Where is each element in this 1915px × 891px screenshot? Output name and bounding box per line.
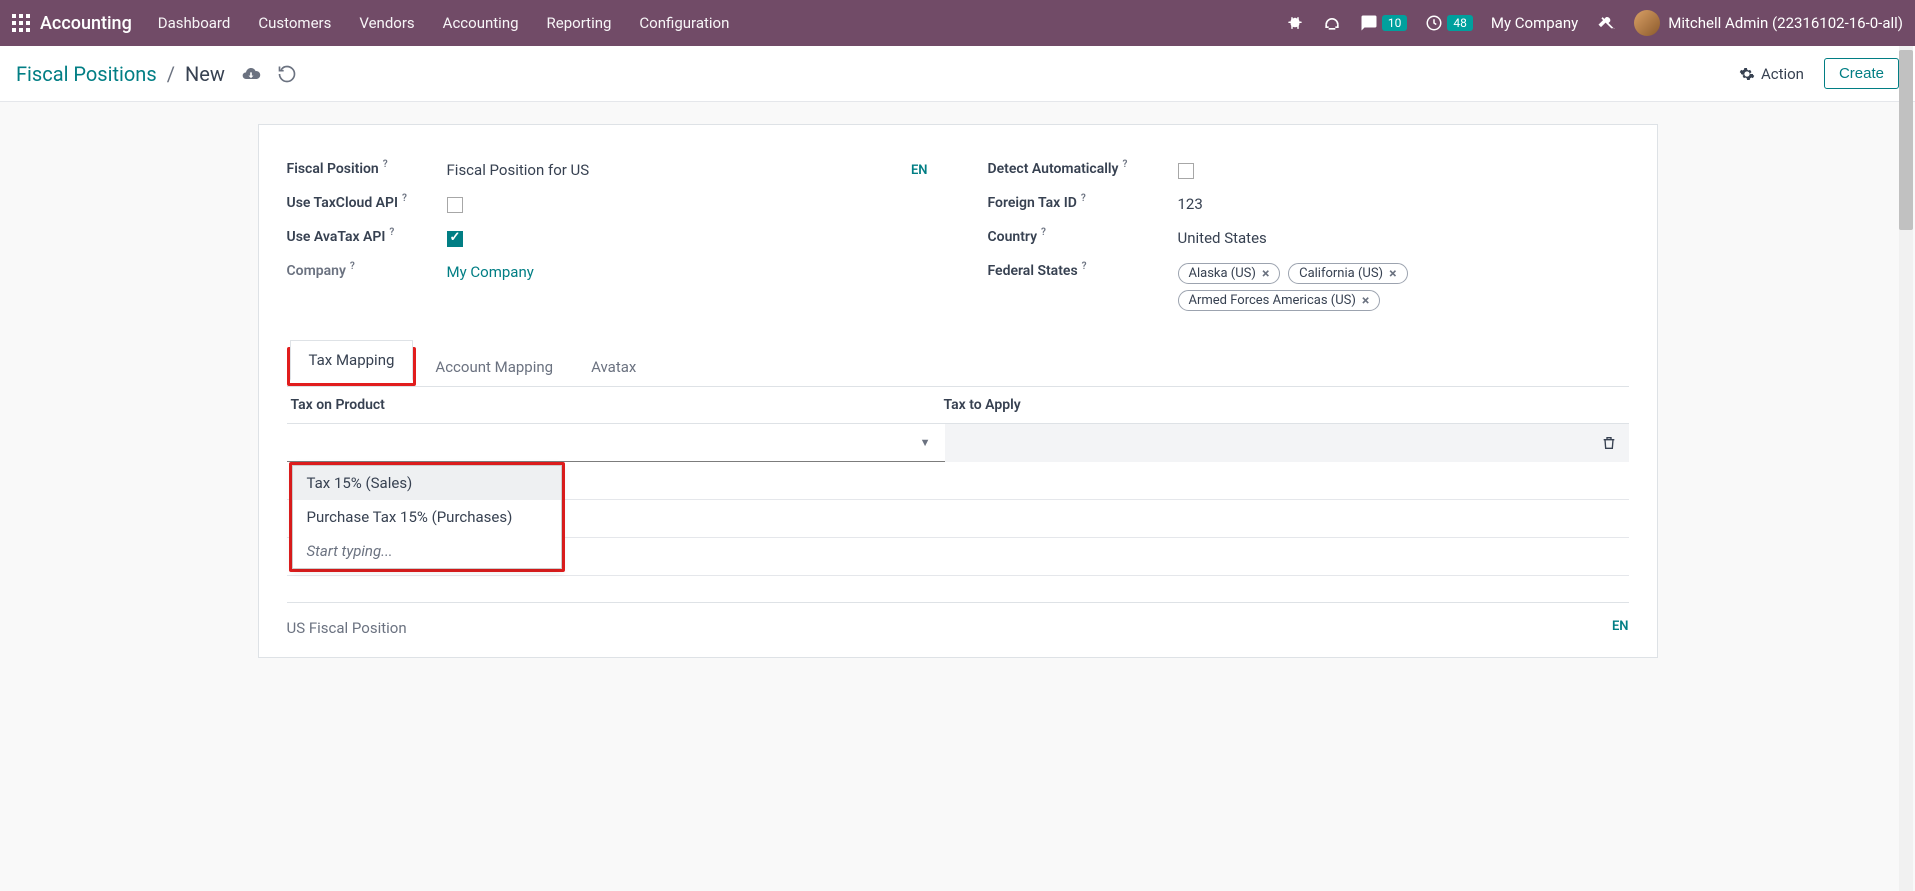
activities-icon[interactable]: 48 [1425, 14, 1473, 32]
delete-row[interactable] [1589, 424, 1629, 462]
apps-icon[interactable] [12, 14, 30, 32]
nav-customers[interactable]: Customers [258, 14, 331, 32]
close-icon[interactable]: × [1362, 294, 1369, 308]
tabs: Tax Mapping Account Mapping Avatax [287, 347, 1629, 387]
support-icon[interactable] [1322, 13, 1342, 33]
nav-reporting[interactable]: Reporting [547, 14, 612, 32]
table-row-input: ▼ [287, 424, 1629, 462]
scrollbar[interactable] [1899, 46, 1913, 891]
breadcrumb-root[interactable]: Fiscal Positions [16, 62, 157, 86]
form-left: Fiscal Position? Fiscal Position for US … [287, 161, 928, 333]
foreign-tax-label: Foreign Tax ID? [988, 195, 1178, 211]
avatar [1634, 10, 1660, 36]
bug-icon[interactable] [1286, 14, 1304, 32]
form-right: Detect Automatically? Foreign Tax ID? 12… [988, 161, 1629, 333]
tools-icon[interactable] [1596, 13, 1616, 33]
messages-badge: 10 [1382, 15, 1408, 31]
company-link[interactable]: My Company [447, 263, 534, 281]
sheet-wrap: Fiscal Position? Fiscal Position for US … [0, 102, 1915, 658]
trash-icon [1601, 435, 1617, 451]
col-tax-on-product: Tax on Product [287, 397, 936, 413]
discard-icon[interactable] [277, 64, 297, 84]
breadcrumb: Fiscal Positions / New [16, 62, 297, 86]
create-button[interactable]: Create [1824, 58, 1899, 89]
topbar: Accounting Dashboard Customers Vendors A… [0, 0, 1915, 46]
foreign-tax-value[interactable]: 123 [1178, 195, 1629, 213]
actionbar: Fiscal Positions / New Action Create [0, 46, 1915, 102]
fiscal-position-label: Fiscal Position? [287, 161, 447, 177]
tax-on-product-input[interactable]: ▼ [287, 424, 945, 462]
detect-label: Detect Automatically? [988, 161, 1178, 177]
help-icon[interactable]: ? [1082, 261, 1087, 272]
activities-badge: 48 [1447, 15, 1473, 31]
sheet: Fiscal Position? Fiscal Position for US … [258, 124, 1658, 658]
states-label: Federal States? [988, 263, 1178, 279]
dropdown: Tax 15% (Sales) Purchase Tax 15% (Purcha… [292, 465, 562, 569]
save-cloud-icon[interactable] [241, 64, 261, 84]
state-tag: Alaska (US)× [1178, 263, 1281, 284]
states-tags[interactable]: Alaska (US)× California (US)× Armed Forc… [1178, 263, 1629, 317]
highlight-box: Tax Mapping [287, 347, 417, 386]
help-icon[interactable]: ? [350, 261, 355, 272]
state-tag: Armed Forces Americas (US)× [1178, 290, 1381, 311]
tab-tax-mapping[interactable]: Tax Mapping [290, 340, 414, 381]
chevron-down-icon[interactable]: ▼ [920, 436, 931, 449]
close-icon[interactable]: × [1389, 267, 1396, 281]
country-label: Country? [988, 229, 1178, 245]
nav-accounting[interactable]: Accounting [443, 14, 519, 32]
action-label: Action [1761, 65, 1804, 83]
action-menu[interactable]: Action [1739, 65, 1804, 83]
breadcrumb-current: New [185, 62, 225, 86]
lang-toggle-footer[interactable]: EN [1612, 619, 1629, 637]
taxcloud-label: Use TaxCloud API? [287, 195, 447, 211]
lang-toggle[interactable]: EN [911, 163, 928, 178]
help-icon[interactable]: ? [1041, 227, 1046, 238]
footer-text[interactable]: US Fiscal Position [287, 619, 407, 637]
footer-note: US Fiscal Position EN [287, 602, 1629, 637]
tab-avatax[interactable]: Avatax [572, 347, 655, 386]
help-icon[interactable]: ? [383, 159, 388, 170]
nav-configuration[interactable]: Configuration [639, 14, 729, 32]
user-menu[interactable]: Mitchell Admin (22316102-16-0-all) [1634, 10, 1903, 36]
company-label: Company? [287, 263, 447, 279]
table-header: Tax on Product Tax to Apply [287, 387, 1629, 424]
help-icon[interactable]: ? [1081, 193, 1086, 204]
breadcrumb-sep: / [167, 62, 175, 86]
help-icon[interactable]: ? [402, 193, 407, 204]
dropdown-option[interactable]: Tax 15% (Sales) [293, 466, 561, 500]
col-tax-to-apply: Tax to Apply [936, 397, 1589, 413]
company-switcher[interactable]: My Company [1491, 14, 1578, 32]
help-icon[interactable]: ? [1122, 159, 1127, 170]
help-icon[interactable]: ? [389, 227, 394, 238]
action-right: Action Create [1739, 58, 1899, 89]
nav-dashboard[interactable]: Dashboard [158, 14, 231, 32]
nav-vendors[interactable]: Vendors [359, 14, 414, 32]
messages-icon[interactable]: 10 [1360, 14, 1408, 32]
dropdown-start-typing[interactable]: Start typing... [293, 534, 561, 568]
close-icon[interactable]: × [1262, 267, 1269, 281]
form-grid: Fiscal Position? Fiscal Position for US … [287, 161, 1629, 333]
taxcloud-checkbox[interactable] [447, 197, 463, 213]
fiscal-position-value[interactable]: Fiscal Position for US [447, 161, 590, 179]
state-tag: California (US)× [1288, 263, 1407, 284]
gear-icon [1739, 66, 1755, 82]
country-value[interactable]: United States [1178, 229, 1629, 247]
highlight-box: Tax 15% (Sales) Purchase Tax 15% (Purcha… [289, 462, 565, 572]
topbar-nav: Dashboard Customers Vendors Accounting R… [158, 14, 1286, 32]
scrollbar-thumb[interactable] [1899, 50, 1913, 230]
tax-to-apply-cell[interactable] [945, 424, 1589, 462]
tab-account-mapping[interactable]: Account Mapping [416, 347, 572, 386]
avatax-checkbox[interactable] [447, 231, 463, 247]
brand-title[interactable]: Accounting [40, 13, 132, 34]
dropdown-option[interactable]: Purchase Tax 15% (Purchases) [293, 500, 561, 534]
user-name: Mitchell Admin (22316102-16-0-all) [1668, 14, 1903, 32]
avatax-label: Use AvaTax API? [287, 229, 447, 245]
topbar-right: 10 48 My Company Mitchell Admin (2231610… [1286, 10, 1903, 36]
detect-checkbox[interactable] [1178, 163, 1194, 179]
